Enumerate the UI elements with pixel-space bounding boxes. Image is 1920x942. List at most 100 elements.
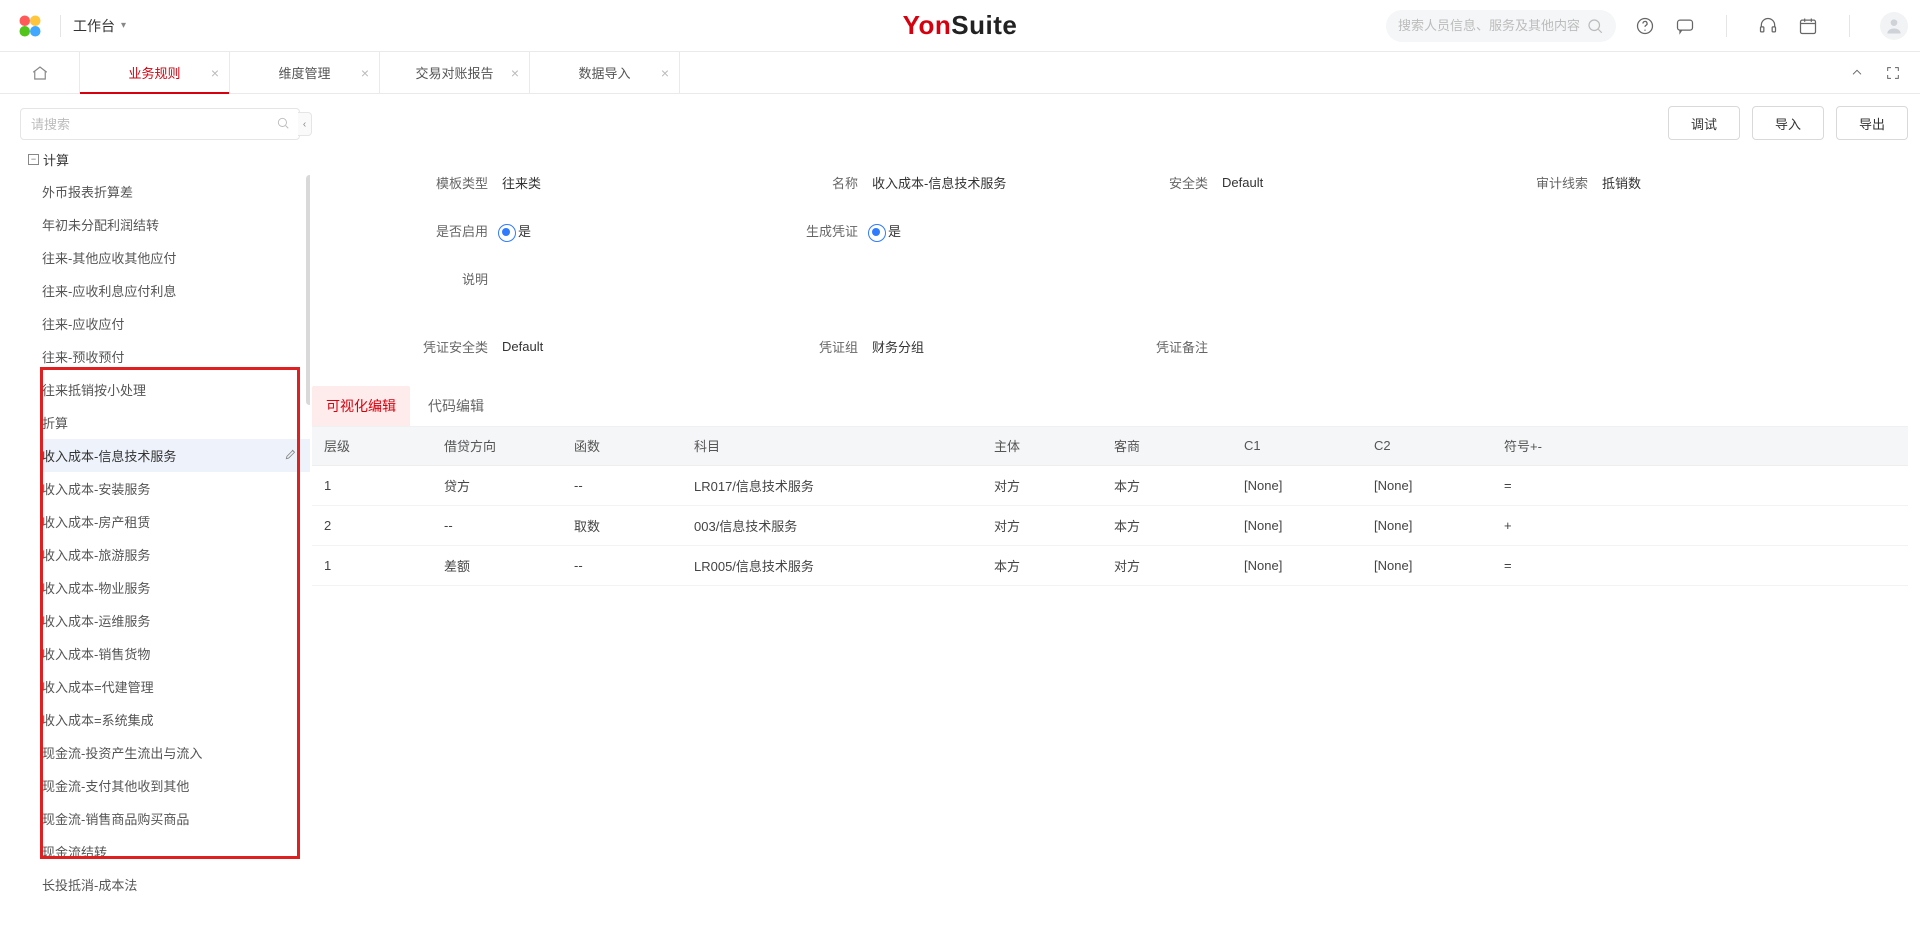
tab-business-rule[interactable]: 业务规则 ×	[80, 52, 230, 93]
collapse-left-icon[interactable]: ‹	[298, 112, 312, 136]
collapse-tabs-icon[interactable]	[1846, 62, 1868, 84]
label-audit: 审计线索	[1492, 173, 1602, 192]
tab-label: 数据导入	[578, 63, 630, 82]
tree-scrollbar[interactable]	[306, 175, 310, 932]
tab-label: 业务规则	[128, 63, 180, 82]
value-safety: Default	[1222, 175, 1492, 190]
tree-item[interactable]: 折算	[42, 406, 310, 439]
user-avatar[interactable]	[1880, 12, 1908, 40]
table-header: 函数	[562, 427, 682, 465]
table-header: C2	[1362, 427, 1492, 465]
label-vremark: 凭证备注	[1132, 337, 1222, 356]
tree-root-toggle[interactable]: − 计算	[28, 146, 310, 173]
tab-report[interactable]: 交易对账报告 ×	[380, 52, 530, 93]
table-cell: [None]	[1232, 465, 1362, 505]
tree-item[interactable]: 现金流结转	[42, 835, 310, 868]
headset-icon[interactable]	[1757, 15, 1779, 37]
table-row[interactable]: 1差额--LR005/信息技术服务本方对方[None][None]=	[312, 545, 1908, 585]
table-cell: --	[562, 465, 682, 505]
table-header: 主体	[982, 427, 1102, 465]
label-vsafety: 凭证安全类	[412, 337, 502, 356]
table-row[interactable]: 1贷方--LR017/信息技术服务对方本方[None][None]=	[312, 465, 1908, 505]
tree-item[interactable]: 往来抵销按小处理	[42, 373, 310, 406]
tree-item[interactable]: 收入成本-物业服务	[42, 571, 310, 604]
close-icon[interactable]: ×	[511, 65, 519, 81]
table-cell: 1	[312, 545, 432, 585]
divider	[60, 15, 61, 37]
table-cell: [None]	[1362, 545, 1492, 585]
label-enable: 是否启用	[412, 221, 502, 240]
label-desc: 说明	[412, 269, 502, 288]
global-search[interactable]	[1386, 10, 1616, 42]
table-header: 客商	[1102, 427, 1232, 465]
table-cell: 本方	[1102, 505, 1232, 545]
table-cell: [None]	[1232, 545, 1362, 585]
close-icon[interactable]: ×	[361, 65, 369, 81]
export-button[interactable]: 导出	[1836, 106, 1908, 140]
tree-item[interactable]: 收入成本=系统集成	[42, 703, 310, 736]
tab-strip: 业务规则 × 维度管理 × 交易对账报告 × 数据导入 ×	[0, 52, 1920, 94]
tree-item[interactable]: 现金流-支付其他收到其他	[42, 769, 310, 802]
table-cell: +	[1492, 505, 1908, 545]
value-name: 收入成本-信息技术服务	[872, 173, 1132, 192]
debug-button[interactable]: 调试	[1668, 106, 1740, 140]
table-cell: --	[432, 505, 562, 545]
fullscreen-icon[interactable]	[1882, 62, 1904, 84]
divider	[1726, 15, 1727, 37]
tree-item[interactable]: 往来-其他应收其他应付	[42, 241, 310, 274]
sub-tab-visual[interactable]: 可视化编辑	[312, 386, 410, 426]
value-audit: 抵销数	[1602, 173, 1752, 192]
sub-tab-code[interactable]: 代码编辑	[414, 386, 498, 426]
table-cell: LR017/信息技术服务	[682, 465, 982, 505]
brand-logo: YonSuite	[903, 10, 1018, 41]
radio-dot-icon	[502, 228, 510, 236]
value-enable: 是	[502, 221, 802, 240]
table-header: 符号+-	[1492, 427, 1908, 465]
tree-item[interactable]: 现金流-投资产生流出与流入	[42, 736, 310, 769]
tree-item[interactable]: 年初未分配利润结转	[42, 208, 310, 241]
import-button[interactable]: 导入	[1752, 106, 1824, 140]
table-cell: 贷方	[432, 465, 562, 505]
table-cell: 2	[312, 505, 432, 545]
tree-item[interactable]: 往来-应收利息应付利息	[42, 274, 310, 307]
global-search-input[interactable]	[1398, 18, 1586, 33]
tree-item[interactable]: 收入成本-运维服务	[42, 604, 310, 637]
tree-item[interactable]: 收入成本-销售货物	[42, 637, 310, 670]
edit-icon[interactable]	[284, 447, 298, 464]
tab-label: 交易对账报告	[415, 63, 493, 82]
workspace-label: 工作台	[73, 16, 115, 36]
close-icon[interactable]: ×	[661, 65, 669, 81]
tree-item[interactable]: 收入成本-信息技术服务	[42, 439, 310, 472]
table-cell: --	[562, 545, 682, 585]
tree-item[interactable]: 现金流-销售商品购买商品	[42, 802, 310, 835]
tree-item[interactable]: 收入成本-安装服务	[42, 472, 310, 505]
table-cell: LR005/信息技术服务	[682, 545, 982, 585]
rules-table: 层级借贷方向函数科目主体客商C1C2符号+- 1贷方--LR017/信息技术服务…	[312, 427, 1908, 586]
tree-item[interactable]: 收入成本=代建管理	[42, 670, 310, 703]
workspace-selector[interactable]: 工作台 ▾	[73, 16, 126, 36]
table-cell: 对方	[1102, 545, 1232, 585]
help-icon[interactable]	[1634, 15, 1656, 37]
table-cell: [None]	[1232, 505, 1362, 545]
tree-item[interactable]: 收入成本-旅游服务	[42, 538, 310, 571]
calendar-icon[interactable]	[1797, 15, 1819, 37]
label-genvoucher: 生成凭证	[802, 221, 872, 240]
close-icon[interactable]: ×	[211, 65, 219, 81]
tab-dimension[interactable]: 维度管理 ×	[230, 52, 380, 93]
home-tab[interactable]	[0, 52, 80, 93]
tab-import[interactable]: 数据导入 ×	[530, 52, 680, 93]
search-icon[interactable]	[1586, 17, 1604, 35]
tree-search-input[interactable]	[20, 108, 300, 140]
tab-label: 维度管理	[278, 63, 330, 82]
table-row[interactable]: 2--取数003/信息技术服务对方本方[None][None]+	[312, 505, 1908, 545]
tree-item[interactable]: 往来-应收应付	[42, 307, 310, 340]
tree-item[interactable]: 往来-预收预付	[42, 340, 310, 373]
message-icon[interactable]	[1674, 15, 1696, 37]
tree-item[interactable]: 外币报表折算差	[42, 175, 310, 208]
label-vgroup: 凭证组	[802, 337, 872, 356]
table-cell: =	[1492, 465, 1908, 505]
tree-item[interactable]: 收入成本-房产租赁	[42, 505, 310, 538]
tree-item[interactable]: 长投抵消-成本法	[42, 868, 310, 901]
table-header: 借贷方向	[432, 427, 562, 465]
table-cell: 003/信息技术服务	[682, 505, 982, 545]
